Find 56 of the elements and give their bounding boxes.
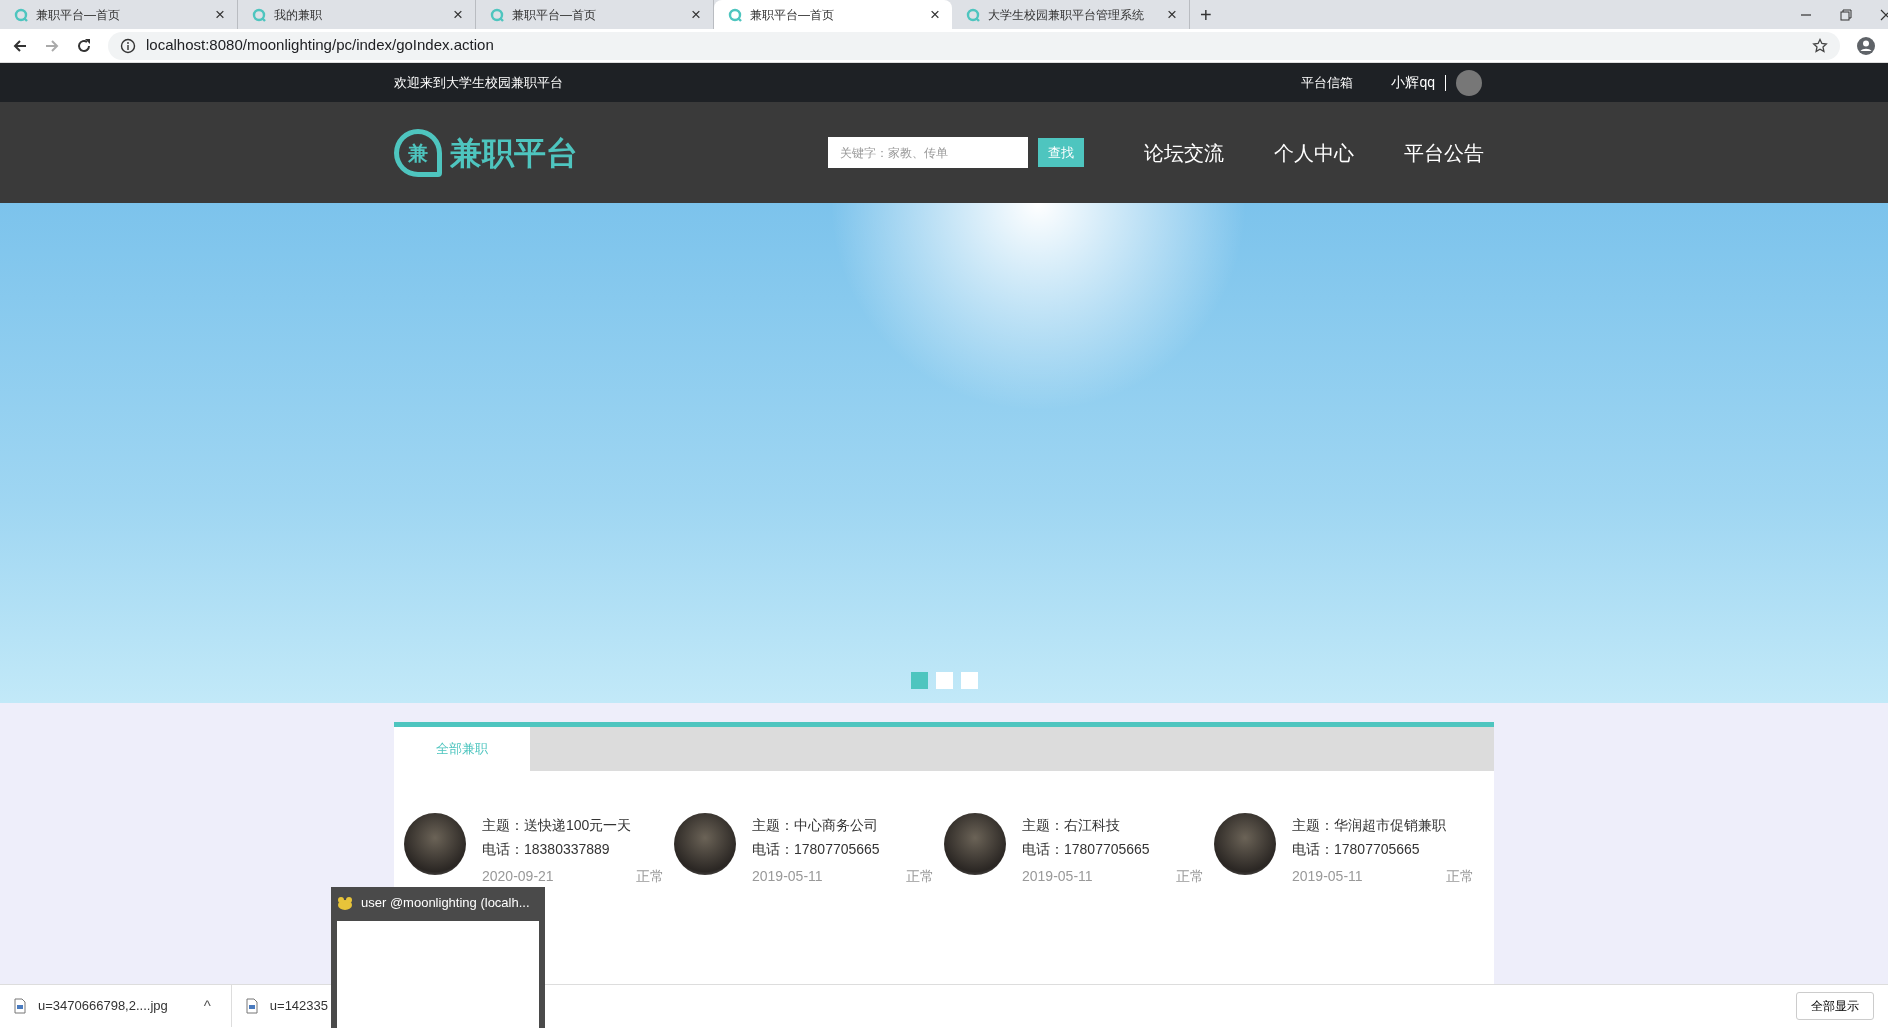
info-icon xyxy=(120,37,136,54)
restore-icon[interactable] xyxy=(1840,8,1852,21)
logo-icon: 兼 xyxy=(394,128,442,177)
app-icon xyxy=(337,895,353,910)
url-text: localhost:8080/moonlighting/pc/index/goIndex.action xyxy=(146,35,495,56)
site-icon xyxy=(490,7,504,22)
job-phone: 电话：17807705665 xyxy=(752,840,881,859)
logo-text: 兼职平台 xyxy=(450,133,578,173)
job-date: 2019-05-11 xyxy=(1292,867,1363,886)
nav-link[interactable]: 论坛交流 xyxy=(1144,137,1224,168)
close-icon[interactable] xyxy=(1880,8,1888,21)
search-field[interactable]: 关键字：家教、传单 xyxy=(828,137,1028,168)
job-status: 正常 xyxy=(1446,867,1474,886)
nav-link[interactable]: 平台公告 xyxy=(1404,137,1484,168)
user-avatar[interactable] xyxy=(1456,69,1482,96)
welcome-text: 欢迎来到大学生校园兼职平台 xyxy=(394,73,563,92)
file-icon xyxy=(245,998,258,1014)
job-phone: 电话：18380337889 xyxy=(482,840,611,859)
mailbox-link[interactable]: 平台信箱 xyxy=(1301,72,1354,93)
job-status: 正常 xyxy=(636,867,664,886)
site-icon xyxy=(14,7,28,22)
browser-tab[interactable]: 兼职平台—首页 × xyxy=(714,0,952,29)
job-subject[interactable]: 主题：右江科技 xyxy=(1022,813,1204,837)
profile-icon[interactable] xyxy=(1856,35,1876,56)
new-tab-button[interactable]: + xyxy=(1190,0,1222,29)
job-phone: 电话：17807705665 xyxy=(1292,840,1421,859)
address-bar[interactable]: localhost:8080/moonlighting/pc/index/goIndex.action xyxy=(108,31,1840,60)
site-icon xyxy=(966,7,980,22)
job-subject[interactable]: 主题：送快递100元一天 xyxy=(482,813,664,837)
taskbar-preview-tooltip[interactable]: user @moonlighting (localh... xyxy=(331,887,545,1028)
tab-close-button[interactable]: × xyxy=(451,6,465,23)
job-date: 2019-05-11 xyxy=(752,867,823,886)
job-date: 2019-05-11 xyxy=(1022,867,1093,886)
tab-close-button[interactable]: × xyxy=(928,6,942,23)
star-icon[interactable] xyxy=(1812,37,1828,54)
job-subject[interactable]: 主题：华润超市促销兼职 xyxy=(1292,813,1474,837)
job-subject[interactable]: 主题：中心商务公司 xyxy=(752,813,934,837)
job-status: 正常 xyxy=(1176,867,1204,886)
download-filename[interactable]: u=3470666798,2....jpg xyxy=(38,996,168,1016)
username-link[interactable]: 小辉qq xyxy=(1391,72,1435,93)
expand-button[interactable]: ^ xyxy=(197,993,217,1019)
tab-close-button[interactable]: × xyxy=(689,6,703,23)
preview-title: user @moonlighting (localh... xyxy=(361,894,530,912)
download-filename[interactable]: u=142335 xyxy=(269,996,328,1016)
reload-icon[interactable] xyxy=(76,37,92,54)
show-all-button[interactable]: 全部显示 xyxy=(1796,992,1874,1020)
job-phone: 电话：17807705665 xyxy=(1022,840,1151,859)
site-icon xyxy=(252,7,266,22)
tab-close-button[interactable]: × xyxy=(213,6,227,23)
back-icon[interactable] xyxy=(12,37,28,54)
tab-close-button[interactable]: × xyxy=(1165,6,1179,23)
job-status: 正常 xyxy=(906,867,934,886)
site-icon xyxy=(728,7,742,22)
job-date: 2020-09-21 xyxy=(482,867,554,886)
file-icon xyxy=(14,998,26,1014)
nav-link[interactable]: 个人中心 xyxy=(1274,137,1354,168)
